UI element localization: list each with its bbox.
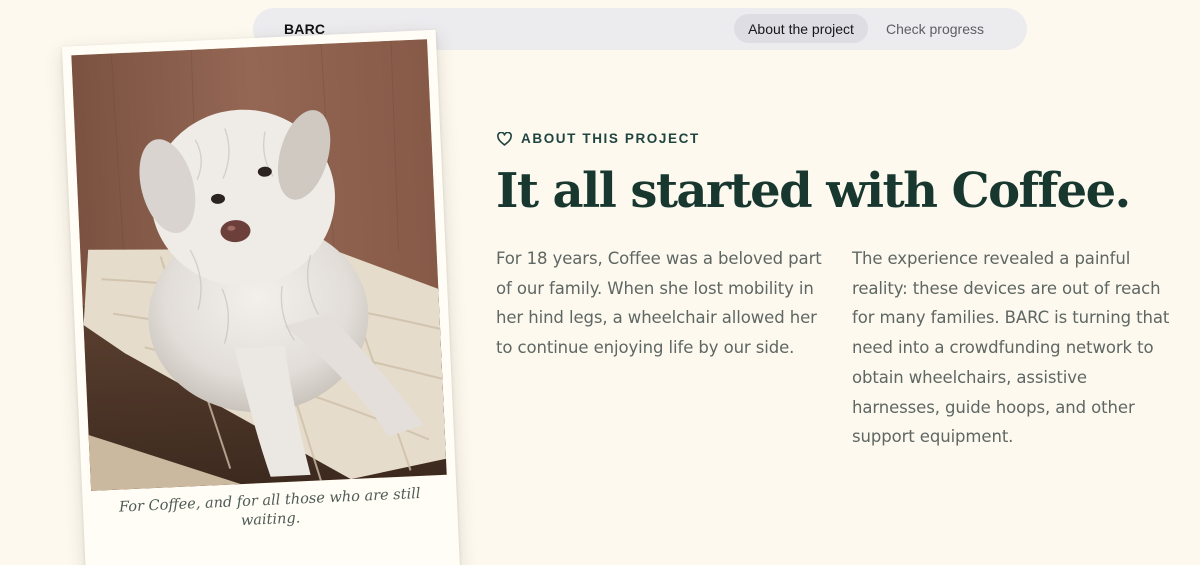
nav-link-about[interactable]: About the project: [734, 14, 868, 43]
section-eyebrow: ABOUT THIS PROJECT: [497, 131, 700, 146]
polaroid-card: For Coffee, and for all those who are st…: [61, 29, 461, 565]
heart-icon: [497, 131, 512, 146]
paragraph-mission: The experience revealed a painful realit…: [852, 249, 1170, 447]
page-title: It all started with Coffee.: [496, 163, 1131, 219]
eyebrow-label: ABOUT THIS PROJECT: [521, 131, 700, 146]
dog-photo: [71, 39, 447, 491]
paragraph-story: For 18 years, Coffee was a beloved part …: [496, 249, 822, 358]
nav-links: About the project Check progress: [734, 14, 998, 43]
nav-link-check-progress[interactable]: Check progress: [872, 14, 998, 43]
photo-caption: For Coffee, and for all those who are st…: [118, 485, 421, 530]
